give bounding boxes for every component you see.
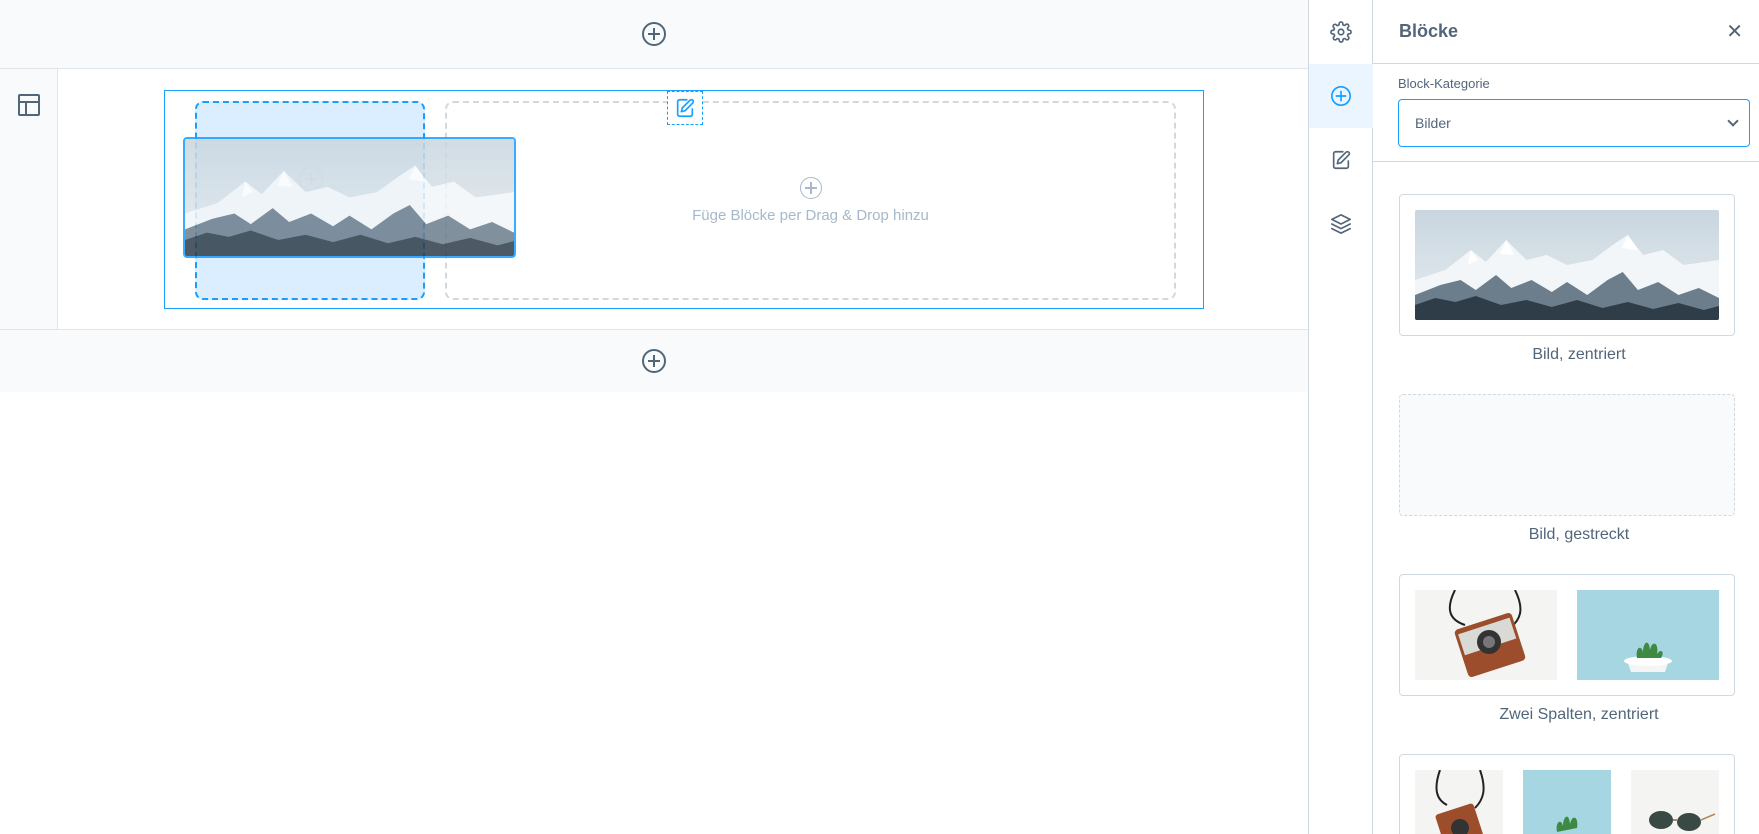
plant-thumbnail	[1577, 590, 1719, 680]
rail-layers[interactable]	[1309, 192, 1373, 256]
plus-circle-icon	[1331, 86, 1351, 106]
section-sidebar	[0, 69, 58, 329]
gear-icon	[1330, 21, 1352, 43]
add-section-top-icon[interactable]	[642, 22, 666, 46]
block-label: Zwei Spalten, zentriert	[1499, 706, 1659, 723]
edit-icon	[1332, 150, 1351, 170]
block-card-image-centered[interactable]	[1399, 194, 1735, 336]
camera-thumbnail	[1415, 770, 1503, 834]
panel-title: Blöcke	[1399, 21, 1459, 41]
block-label: Bild, zentriert	[1532, 346, 1626, 363]
canvas-empty-area	[0, 392, 1308, 834]
drop-hint-text: Füge Blöcke per Drag & Drop hinzu	[692, 207, 929, 224]
mountain-thumbnail	[1415, 210, 1719, 320]
sunglasses-thumbnail	[1631, 770, 1719, 834]
dragged-image-preview[interactable]	[183, 137, 516, 258]
block-edit-icon[interactable]	[667, 91, 703, 125]
block-card-three-columns[interactable]	[1399, 754, 1735, 834]
category-select[interactable]: Bilder	[1398, 99, 1750, 147]
layers-icon	[1331, 214, 1351, 234]
content-section: Füge Blöcke per Drag & Drop hinzu	[0, 68, 1308, 330]
block-card-image-stretched[interactable]	[1399, 394, 1735, 516]
right-slot-plus-icon	[799, 177, 822, 199]
add-section-top-area	[0, 0, 1308, 68]
panel-header: Blöcke ✕	[1373, 0, 1759, 64]
close-icon[interactable]: ✕	[1726, 19, 1743, 44]
add-section-bottom-area	[0, 330, 1308, 392]
sidebar-rail	[1308, 0, 1373, 834]
category-select-value: Bilder	[1415, 115, 1451, 131]
block-list: Bild, zentriert Bild, gestreckt Zwei Spa…	[1373, 162, 1759, 834]
selected-block[interactable]: Füge Blöcke per Drag & Drop hinzu	[164, 90, 1204, 309]
rail-add-blocks[interactable]	[1309, 64, 1373, 128]
rail-edit[interactable]	[1309, 128, 1373, 192]
editor-canvas: Füge Blöcke per Drag & Drop hinzu	[0, 0, 1308, 834]
add-section-bottom-icon[interactable]	[642, 349, 666, 373]
category-area: Block-Kategorie Bilder	[1373, 64, 1759, 162]
right-slot-dropzone[interactable]: Füge Blöcke per Drag & Drop hinzu	[445, 101, 1176, 300]
blocks-panel: Blöcke ✕ Block-Kategorie Bilder Bild, ze…	[1373, 0, 1759, 834]
plant-thumbnail	[1523, 770, 1611, 834]
block-label: Bild, gestreckt	[1528, 526, 1630, 543]
chevron-down-icon	[1727, 115, 1739, 127]
category-label: Block-Kategorie	[1398, 76, 1490, 91]
section-layout-icon[interactable]	[18, 94, 40, 116]
rail-settings[interactable]	[1309, 0, 1373, 64]
camera-thumbnail	[1415, 590, 1557, 680]
block-card-two-columns[interactable]	[1399, 574, 1735, 696]
